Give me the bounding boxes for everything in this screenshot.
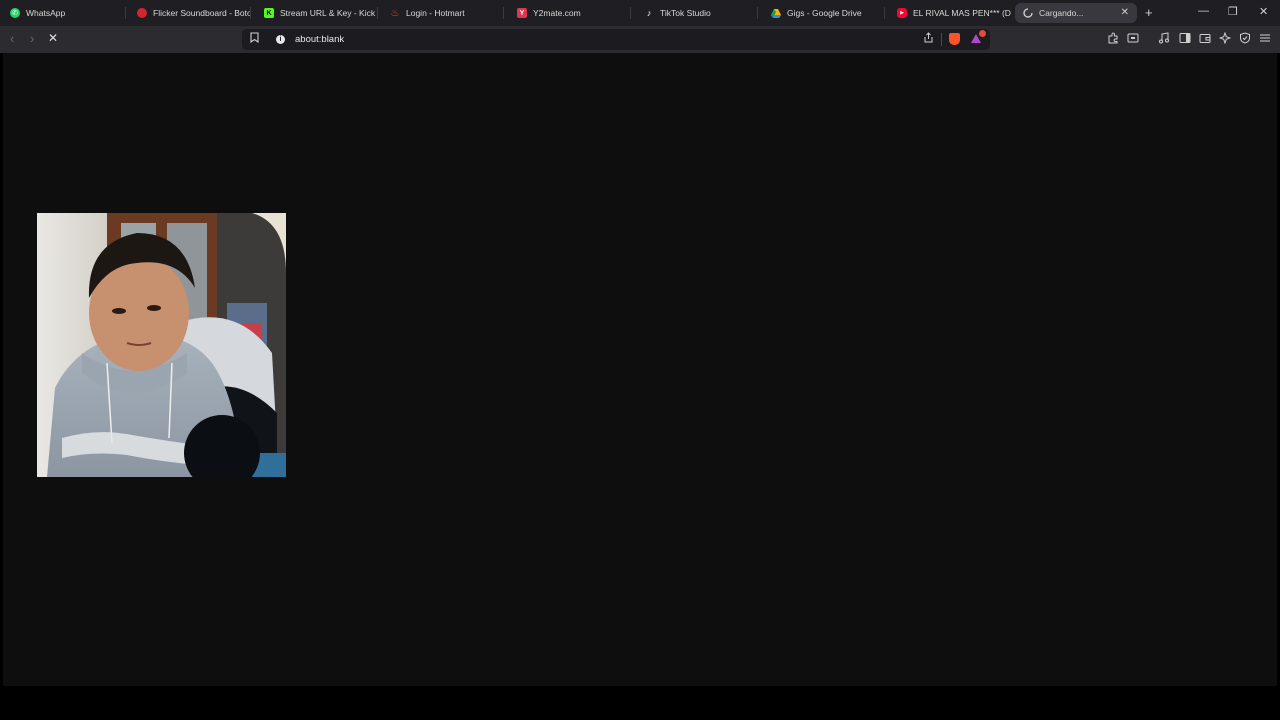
brave-shields-icon[interactable] <box>949 33 960 45</box>
kick-icon: K <box>264 8 274 18</box>
restore-window-button[interactable]: ❐ <box>1228 5 1238 18</box>
notification-badge <box>979 30 986 37</box>
tab-title: Gigs - Google Drive <box>787 8 862 18</box>
google-drive-icon <box>771 8 781 18</box>
tab-tiktok-studio[interactable]: ♪ TikTok Studio <box>636 3 758 23</box>
site-info-icon[interactable]: i <box>276 35 285 44</box>
minimize-window-button[interactable]: — <box>1198 5 1209 17</box>
menu-icon[interactable] <box>1259 32 1271 47</box>
tab-strip: ✆ WhatsApp Flicker Soundboard - Boto K S… <box>0 0 1280 26</box>
leo-ai-icon[interactable] <box>1218 31 1232 47</box>
tab-title: Cargando... <box>1039 8 1084 18</box>
tab-title: Login - Hotmart <box>406 8 465 18</box>
share-icon[interactable] <box>923 32 934 46</box>
whatsapp-icon: ✆ <box>10 8 20 18</box>
screenshot-icon[interactable] <box>1127 32 1139 47</box>
close-tab-icon[interactable]: ✕ <box>1121 7 1129 18</box>
bookmark-icon[interactable] <box>250 32 259 46</box>
url-text[interactable]: about:blank <box>295 34 344 45</box>
tiktok-icon: ♪ <box>646 8 652 18</box>
stop-loading-button[interactable]: ✕ <box>48 31 58 45</box>
webcam-video-frame <box>37 213 286 477</box>
bottom-bar <box>0 686 1280 720</box>
hotmart-icon: ♨ <box>390 7 400 19</box>
tab-title: TikTok Studio <box>660 8 711 18</box>
webcam-image <box>37 213 286 477</box>
wallet-icon[interactable] <box>1199 32 1211 47</box>
tab-title: EL RIVAL MAS PEN*** (DE <box>913 8 1011 18</box>
flicker-icon <box>137 8 147 18</box>
tab-y2mate[interactable]: Y Y2mate.com <box>509 3 631 23</box>
tab-title: Flicker Soundboard - Boto <box>153 8 251 18</box>
loading-spinner-icon <box>1023 8 1033 18</box>
tab-google-drive[interactable]: Gigs - Google Drive <box>763 3 885 23</box>
tab-title: WhatsApp <box>26 8 66 18</box>
vpn-shield-icon[interactable] <box>1239 32 1251 47</box>
tab-title: Stream URL & Key - Kick D <box>280 8 378 18</box>
tab-kick-stream[interactable]: K Stream URL & Key - Kick D <box>256 3 378 23</box>
tab-loading-active[interactable]: Cargando... ✕ <box>1015 3 1137 23</box>
tab-whatsapp[interactable]: ✆ WhatsApp <box>2 3 126 23</box>
music-playlist-icon[interactable] <box>1158 32 1170 47</box>
tab-hotmart[interactable]: ♨ Login - Hotmart <box>382 3 504 23</box>
address-bar-divider <box>941 33 942 46</box>
back-button[interactable]: ‹ <box>10 31 14 46</box>
browser-toolbar: ‹ › ✕ i about:blank <box>0 26 1280 53</box>
extensions-icon[interactable] <box>1107 32 1119 47</box>
page-content <box>3 53 1277 686</box>
close-window-button[interactable]: ✕ <box>1259 5 1268 18</box>
forward-button[interactable]: › <box>30 31 34 46</box>
address-bar[interactable]: i about:blank <box>242 29 990 50</box>
new-tab-button[interactable]: + <box>1145 5 1153 20</box>
tab-title: Y2mate.com <box>533 8 581 18</box>
tab-flicker-soundboard[interactable]: Flicker Soundboard - Boto <box>129 3 251 23</box>
youtube-icon: ▶ <box>897 8 907 18</box>
y2mate-icon: Y <box>517 8 527 18</box>
sidebar-icon[interactable] <box>1179 32 1191 47</box>
tab-youtube[interactable]: ▶ EL RIVAL MAS PEN*** (DE <box>889 3 1011 23</box>
